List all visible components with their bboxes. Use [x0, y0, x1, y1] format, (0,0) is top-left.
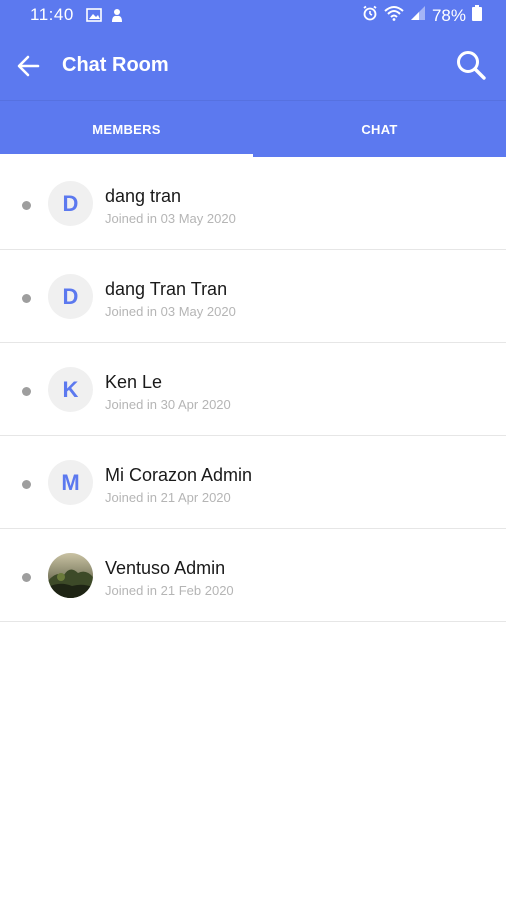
- member-joined-date: Joined in 21 Feb 2020: [105, 583, 234, 598]
- member-row[interactable]: M Mi Corazon Admin Joined in 21 Apr 2020: [0, 436, 506, 529]
- back-button[interactable]: [14, 51, 44, 81]
- signal-icon: [410, 5, 426, 26]
- avatar-photo: [48, 553, 93, 598]
- member-row[interactable]: D dang tran Joined in 03 May 2020: [0, 157, 506, 250]
- offline-status-dot: [22, 387, 31, 396]
- member-joined-date: Joined in 21 Apr 2020: [105, 490, 231, 505]
- member-name: dang Tran Tran: [105, 279, 228, 299]
- arrow-left-icon: [17, 55, 40, 77]
- member-row[interactable]: K Ken Le Joined in 30 Apr 2020: [0, 343, 506, 436]
- avatar: D: [48, 274, 93, 319]
- offline-status-dot: [22, 294, 31, 303]
- image-icon: [86, 7, 102, 28]
- alarm-icon: [362, 5, 378, 26]
- member-row[interactable]: Ventuso Admin Joined in 21 Feb 2020: [0, 529, 506, 622]
- avatar: M: [48, 460, 93, 505]
- tab-chat[interactable]: CHAT: [253, 101, 506, 157]
- avatar: K: [48, 367, 93, 412]
- battery-percent: 78%: [431, 5, 466, 25]
- battery-icon: [472, 5, 482, 26]
- member-list: D dang tran Joined in 03 May 2020 D dang…: [0, 157, 506, 622]
- status-bar: 11:40 78%: [0, 0, 506, 32]
- member-name: dang tran: [105, 186, 182, 206]
- member-name: Ken Le: [105, 372, 163, 392]
- avatar: D: [48, 181, 93, 226]
- member-name: Mi Corazon Admin: [105, 465, 253, 485]
- member-joined-date: Joined in 03 May 2020: [105, 304, 236, 319]
- wifi-icon: [384, 5, 404, 26]
- notification-icon: [110, 7, 124, 28]
- member-joined-date: Joined in 03 May 2020: [105, 211, 236, 226]
- search-icon: [457, 51, 486, 80]
- member-joined-date: Joined in 30 Apr 2020: [105, 397, 231, 412]
- app-bar: Chat Room: [0, 32, 506, 100]
- search-button[interactable]: [454, 48, 488, 82]
- status-left-icons: [86, 7, 124, 28]
- tab-members[interactable]: MEMBERS: [0, 101, 253, 157]
- offline-status-dot: [22, 201, 31, 210]
- offline-status-dot: [22, 573, 31, 582]
- member-row[interactable]: D dang Tran Tran Joined in 03 May 2020: [0, 250, 506, 343]
- status-right: 78%: [362, 5, 482, 26]
- offline-status-dot: [22, 480, 31, 489]
- status-time: 11:40: [30, 5, 74, 24]
- member-name: Ventuso Admin: [105, 558, 226, 578]
- page-title: Chat Room: [62, 54, 169, 76]
- tab-bar: MEMBERS CHAT: [0, 100, 506, 157]
